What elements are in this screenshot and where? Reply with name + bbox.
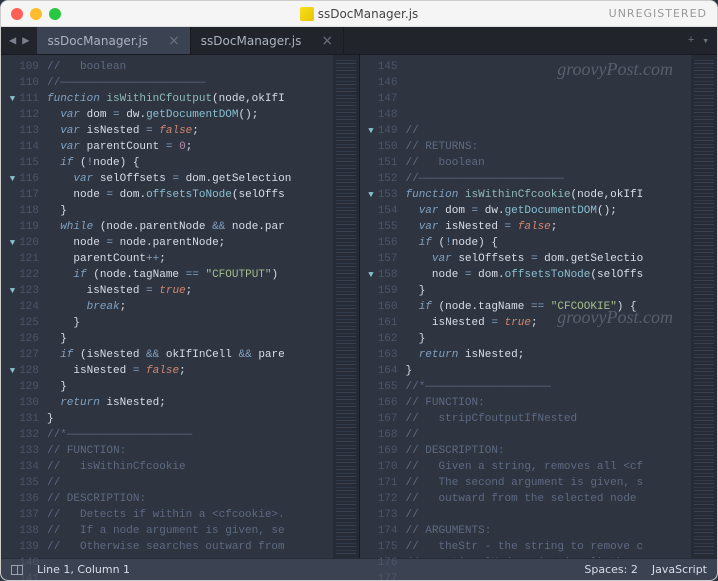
tab-close-icon[interactable]: × [321, 33, 333, 49]
tab-2[interactable]: ssDocManager.js × [191, 27, 344, 54]
registration-status: UNREGISTERED [609, 7, 707, 20]
tab-menu-icon[interactable]: ▾ [702, 34, 709, 48]
app-window: ssDocManager.js UNREGISTERED ◀ ▶ ssDocMa… [0, 0, 718, 581]
tab-1[interactable]: ssDocManager.js × [37, 27, 190, 54]
new-tab-icon[interactable]: + [688, 35, 695, 47]
titlebar: ssDocManager.js UNREGISTERED [1, 1, 717, 27]
tabbar: ◀ ▶ ssDocManager.js × ssDocManager.js × … [1, 27, 717, 55]
tab-label: ssDocManager.js [47, 34, 148, 48]
cursor-position[interactable]: Line 1, Column 1 [37, 563, 130, 576]
maximize-icon[interactable] [49, 8, 61, 20]
gutter-right[interactable]: 145146147148▼149150151152▼15315415515615… [360, 55, 402, 558]
watermark: groovyPost.com [557, 61, 673, 77]
window-title: ssDocManager.js [318, 7, 419, 21]
tab-actions: + ▾ [680, 27, 717, 54]
file-type-icon [300, 7, 314, 21]
minimap-left[interactable] [333, 55, 359, 558]
minimap-right[interactable] [691, 55, 717, 558]
gutter-left[interactable]: 109110▼111112113114115▼116117118119▼1201… [1, 55, 43, 558]
nav-back-icon[interactable]: ◀ [7, 33, 18, 48]
minimize-icon[interactable] [30, 8, 42, 20]
editor-pane-left: 109110▼111112113114115▼116117118119▼1201… [1, 55, 359, 558]
editor-pane-right: 145146147148▼149150151152▼15315415515615… [359, 55, 718, 558]
code-left[interactable]: // boolean//——————————————————————functi… [43, 55, 333, 558]
editor-split: 109110▼111112113114115▼116117118119▼1201… [1, 55, 717, 558]
tab-label: ssDocManager.js [201, 34, 302, 48]
nav-arrows: ◀ ▶ [1, 27, 37, 54]
code-right[interactable]: groovyPost.com groovyPost.com //// RETUR… [402, 55, 692, 558]
tab-close-icon[interactable]: × [168, 33, 180, 49]
language-mode[interactable]: JavaScript [652, 563, 707, 576]
window-controls [11, 8, 61, 20]
close-icon[interactable] [11, 8, 23, 20]
nav-forward-icon[interactable]: ▶ [20, 33, 31, 48]
indent-setting[interactable]: Spaces: 2 [584, 563, 637, 576]
panel-layout-icon[interactable] [11, 565, 23, 575]
